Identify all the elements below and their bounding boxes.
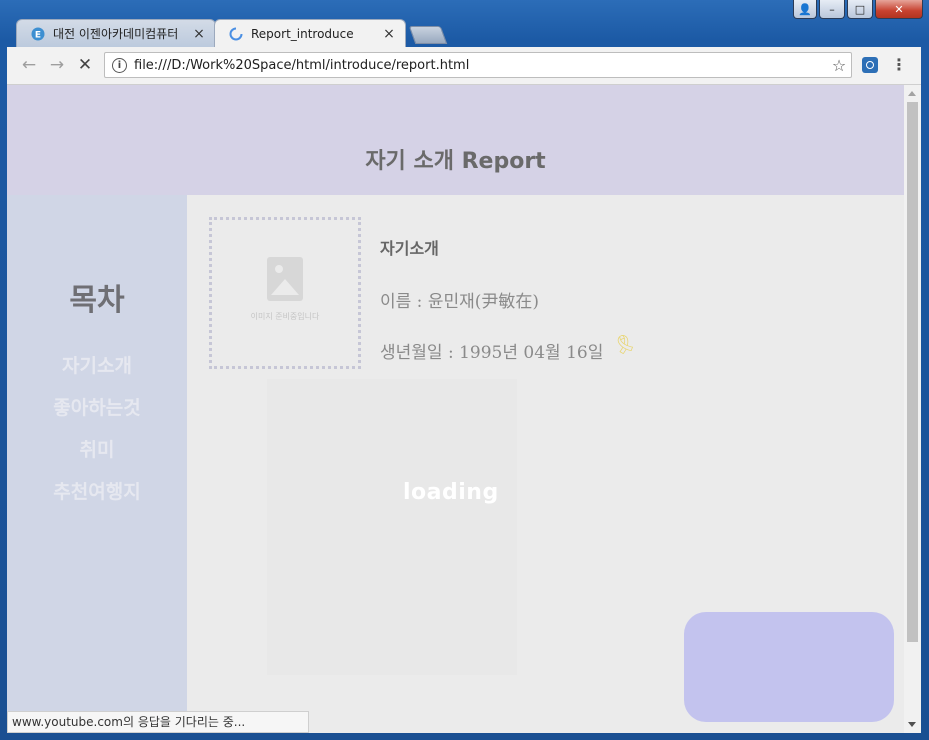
scroll-up-icon[interactable]: [908, 91, 916, 96]
new-tab-button[interactable]: [408, 26, 448, 44]
maximize-button[interactable]: □: [847, 0, 873, 19]
back-button[interactable]: ←: [19, 55, 39, 75]
svg-text:E: E: [35, 30, 41, 40]
toc-title: 목차: [69, 283, 125, 318]
minimize-button[interactable]: –: [819, 0, 845, 19]
profile-heading: 자기소개: [380, 239, 439, 258]
e-site-icon: E: [31, 27, 45, 40]
toc-item-likes[interactable]: 좋아하는것: [7, 387, 187, 429]
toc-item-travel[interactable]: 추천여행지: [7, 471, 187, 513]
scroll-down-icon[interactable]: [908, 722, 916, 727]
tab-report-introduce[interactable]: Report_introduce ×: [214, 19, 406, 47]
profile-info: 자기소개 이름 : 윤민재(尹敏在) 생년월일 : 1995년 04월 16일 🎗: [380, 235, 639, 389]
vertical-scrollbar[interactable]: [904, 85, 921, 733]
bookmark-star-icon[interactable]: ☆: [827, 56, 851, 75]
url-text[interactable]: file:///D:/Work%20Space/html/introduce/r…: [134, 58, 827, 73]
floating-box: [684, 612, 894, 722]
toc-item-intro[interactable]: 자기소개: [7, 345, 187, 387]
scroll-thumb[interactable]: [907, 102, 918, 642]
browser-toolbar: ← → ✕ i file:///D:/Work%20Space/html/int…: [7, 47, 921, 85]
stop-loading-button[interactable]: ✕: [75, 55, 95, 75]
tab-ezen-academy[interactable]: E 대전 이젠아카데미컴퓨터 ×: [16, 19, 216, 47]
loading-spinner-icon: [229, 27, 243, 40]
close-window-button[interactable]: ✕: [875, 0, 923, 19]
profile-birthdate: 생년월일 : 1995년 04월 16일 🎗: [380, 331, 639, 363]
birthdate-text: 생년월일 : 1995년 04월 16일: [380, 343, 604, 363]
tab-title: 대전 이젠아카데미컴퓨터: [53, 27, 179, 41]
user-profile-button[interactable]: 👤: [793, 0, 817, 19]
profile-name: 이름 : 윤민재(尹敏在): [380, 292, 539, 312]
loading-text: loading: [403, 480, 499, 505]
extension-icon[interactable]: [862, 57, 878, 73]
address-bar[interactable]: i file:///D:/Work%20Space/html/introduce…: [104, 52, 852, 78]
page-title: 자기 소개 Report: [365, 149, 546, 174]
image-placeholder-icon: [267, 256, 303, 301]
page-info-icon[interactable]: i: [112, 57, 127, 73]
browser-menu-icon[interactable]: ⋮: [891, 55, 907, 75]
status-bar: www.youtube.com의 응답을 기다리는 중...: [7, 711, 309, 733]
toc-item-hobby[interactable]: 취미: [7, 429, 187, 471]
toc-list: 자기소개 좋아하는것 취미 추천여행지: [7, 345, 187, 513]
page-header: 자기 소개 Report: [7, 85, 904, 195]
close-tab-icon[interactable]: ×: [191, 26, 207, 42]
loading-overlay-box: [267, 379, 517, 675]
forward-button[interactable]: →: [47, 55, 67, 75]
photo-caption: 이미지 준비중입니다: [250, 311, 320, 321]
profile-photo-placeholder: 이미지 준비중입니다: [209, 217, 361, 369]
window-controls: 👤 – □ ✕: [793, 0, 923, 19]
sidebar: 목차 자기소개 좋아하는것 취미 추천여행지: [7, 195, 187, 733]
tab-title: Report_introduce: [251, 26, 354, 41]
close-tab-icon[interactable]: ×: [381, 26, 397, 42]
browser-window: 👤 – □ ✕ E 대전 이젠아카데미컴퓨터 × Report_introduc…: [0, 0, 929, 740]
ribbon-icon: 🎗: [610, 330, 640, 359]
tab-strip: E 대전 이젠아카데미컴퓨터 × Report_introduce ×: [12, 19, 912, 47]
